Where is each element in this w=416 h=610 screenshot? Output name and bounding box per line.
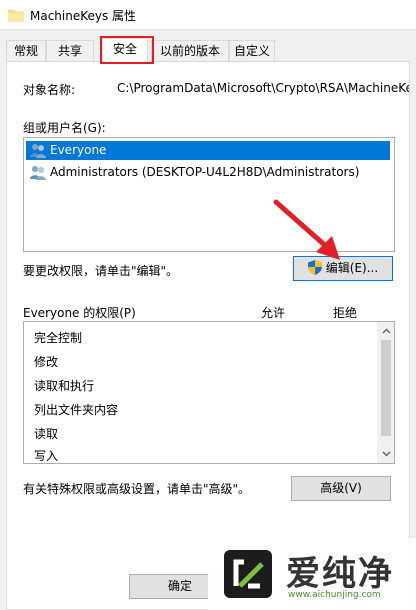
window-title: MachineKeys 属性	[30, 9, 137, 23]
permission-item: 修改	[34, 355, 59, 369]
edit-button[interactable]: 编辑(E)...	[293, 256, 393, 281]
edit-hint: 要更改权限，请单击"编辑"。	[23, 264, 179, 278]
tab-customize[interactable]: 自定义	[229, 40, 275, 62]
shield-icon	[307, 259, 322, 275]
folder-icon	[8, 10, 24, 22]
permission-item: 写入	[34, 449, 59, 463]
permissions-scrollbar[interactable]	[377, 322, 394, 463]
tab-previous-versions[interactable]: 以前的版本	[151, 40, 229, 62]
brand-name: 爱纯净	[286, 554, 394, 594]
tab-strip: 常规 共享 安全 以前的版本 自定义	[6, 38, 410, 63]
permission-item: 读取	[34, 427, 59, 441]
list-item-everyone[interactable]: Everyone	[26, 141, 390, 160]
brand-url: www.aichunjing.com	[288, 590, 381, 600]
list-item-administrators[interactable]: Administrators (DESKTOP-U4L2H8D\Administ…	[26, 163, 390, 182]
tab-sharing[interactable]: 共享	[46, 40, 94, 62]
scroll-up-icon[interactable]	[382, 327, 391, 336]
title-bar: MachineKeys 属性	[0, 0, 416, 30]
scroll-down-icon[interactable]	[382, 449, 391, 458]
object-path: C:\ProgramData\Microsoft\Crypto\RSA\Mach…	[117, 81, 409, 95]
user-name: Everyone	[50, 143, 107, 157]
brand-logo-icon	[224, 550, 272, 598]
edit-button-label: 编辑(E)...	[325, 261, 379, 275]
advanced-button[interactable]: 高级(V)	[291, 476, 391, 501]
deny-column-header: 拒绝	[333, 306, 358, 320]
users-icon	[30, 144, 46, 158]
allow-column-header: 允许	[261, 306, 286, 320]
permission-item: 列出文件夹内容	[34, 403, 119, 417]
scroll-thumb[interactable]	[381, 340, 391, 436]
permissions-list[interactable]: 完全控制 修改 读取和执行 列出文件夹内容 读取 写入	[23, 321, 395, 464]
group-user-list[interactable]: Everyone Administrators (DESKTOP-U4L2H8D…	[23, 137, 395, 252]
tab-security[interactable]: 安全	[102, 38, 148, 63]
permissions-header: Everyone 的权限(P)	[23, 306, 136, 320]
groups-label: 组或用户名(G):	[23, 121, 106, 135]
watermark: 爱纯净 www.aichunjing.com	[208, 538, 416, 610]
users-icon	[30, 166, 46, 180]
security-panel: 对象名称: C:\ProgramData\Microsoft\Crypto\RS…	[6, 61, 410, 610]
tab-general[interactable]: 常规	[6, 40, 46, 62]
user-name: Administrators (DESKTOP-U4L2H8D\Administ…	[50, 165, 360, 179]
permission-item: 完全控制	[34, 331, 83, 345]
object-name-label: 对象名称:	[23, 83, 76, 97]
permission-item: 读取和执行	[34, 379, 95, 393]
advanced-hint: 有关特殊权限或高级设置，请单击"高级"。	[23, 482, 251, 496]
